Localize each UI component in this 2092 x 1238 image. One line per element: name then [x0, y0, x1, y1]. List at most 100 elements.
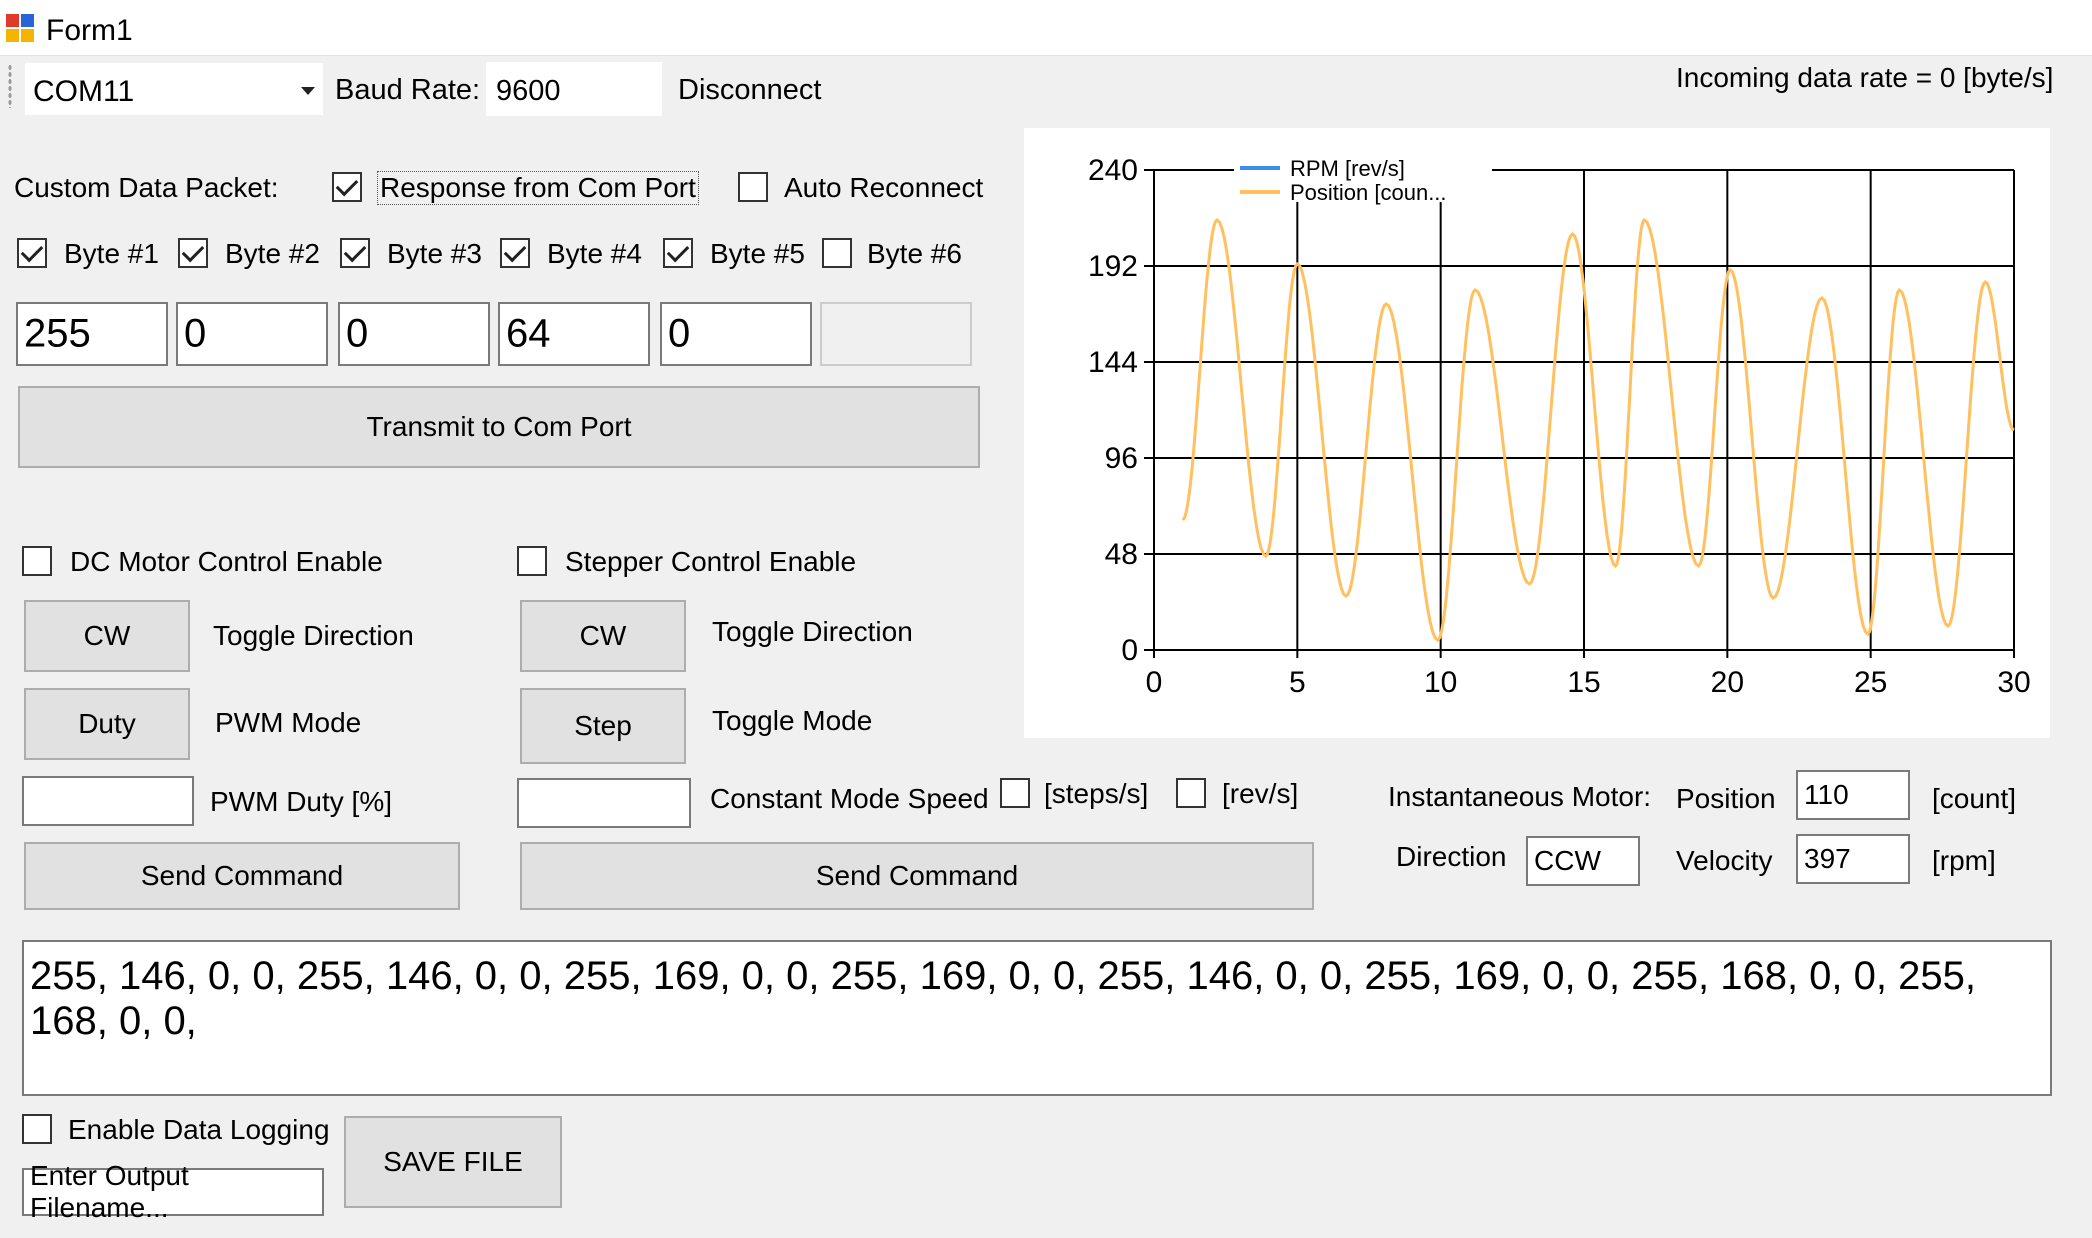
byte-2-label[interactable]: Byte #2 — [225, 240, 320, 268]
velocity-label: Velocity — [1676, 845, 1773, 876]
transmit-button[interactable]: Transmit to Com Port — [18, 386, 980, 468]
byte-3-label[interactable]: Byte #3 — [387, 240, 482, 268]
baud-rate-input[interactable]: 9600 — [486, 62, 662, 116]
response-checkbox[interactable] — [332, 172, 362, 202]
byte-2-value: 0 — [184, 311, 207, 356]
velocity-readout: 397 — [1796, 834, 1910, 884]
byte-4-checkbox[interactable] — [500, 238, 530, 268]
legend-label-0: RPM [rev/s] — [1290, 156, 1405, 181]
enable-logging-label[interactable]: Enable Data Logging — [68, 1116, 330, 1144]
position-label: Position — [1676, 783, 1776, 814]
title-bar: Form1 — [0, 0, 2092, 56]
stepper-mode-button[interactable]: Step — [520, 688, 686, 764]
byte-1-input[interactable]: 255 — [16, 302, 168, 366]
baud-rate-label: Baud Rate: — [335, 74, 481, 106]
y-tick-label-144: 144 — [1088, 346, 1138, 379]
com-port-select[interactable]: COM11 — [24, 62, 324, 116]
app-icon — [6, 14, 36, 44]
toolbar-grip[interactable] — [8, 64, 12, 108]
byte-5-value: 0 — [668, 311, 691, 356]
steps-per-second-label[interactable]: [steps/s] — [1044, 780, 1148, 808]
baud-rate-value: 9600 — [496, 75, 561, 107]
byte-2-input[interactable]: 0 — [176, 302, 328, 366]
stepper-mode-label: Toggle Mode — [712, 705, 873, 736]
instantaneous-motor-label: Instantaneous Motor: — [1388, 781, 1652, 812]
byte-5-label[interactable]: Byte #5 — [710, 240, 805, 268]
byte-6-input — [820, 302, 972, 366]
y-tick-label-192: 192 — [1088, 250, 1138, 283]
window-title: Form1 — [46, 14, 133, 47]
byte-4-value: 64 — [506, 311, 551, 356]
byte-1-checkbox[interactable] — [17, 238, 47, 268]
rev-per-second-checkbox[interactable] — [1176, 778, 1206, 808]
dc-direction-button[interactable]: CW — [24, 600, 190, 672]
dc-mode-label: PWM Mode — [215, 707, 362, 738]
output-filename-input[interactable]: Enter Output Filename... — [22, 1160, 324, 1223]
byte-4-input[interactable]: 64 — [498, 302, 650, 366]
x-tick-label-15: 15 — [1567, 666, 1600, 699]
position-value: 110 — [1804, 779, 1849, 810]
y-tick-label-240: 240 — [1088, 154, 1138, 187]
x-tick-label-20: 20 — [1711, 666, 1744, 699]
x-tick-label-10: 10 — [1424, 666, 1457, 699]
stepper-send-command-button[interactable]: Send Command — [520, 842, 1314, 910]
enable-logging-checkbox[interactable] — [22, 1114, 52, 1144]
line-chart: 0 48 96 144 192 240 0 5 10 15 20 25 30 RPM [rev/s]Pos… — [1088, 152, 2031, 699]
dc-mode-button[interactable]: Duty — [24, 688, 190, 760]
dc-motor-enable-label[interactable]: DC Motor Control Enable — [70, 548, 383, 576]
direction-value: CCW — [1534, 845, 1601, 876]
direction-label: Direction — [1396, 841, 1507, 872]
series-line-position — [1181, 217, 2015, 643]
pwm-duty-input[interactable] — [22, 776, 194, 826]
position-readout: 110 — [1796, 770, 1910, 820]
byte-6-label[interactable]: Byte #6 — [867, 240, 962, 268]
stepper-direction-label: Toggle Direction — [712, 616, 913, 647]
y-tick-label-0: 0 — [1121, 634, 1138, 667]
velocity-unit: [rpm] — [1932, 845, 1996, 876]
direction-readout: CCW — [1526, 836, 1640, 886]
byte-5-input[interactable]: 0 — [660, 302, 812, 366]
byte-3-value: 0 — [346, 311, 369, 356]
serial-output-textbox[interactable]: 255, 146, 0, 0, 255, 146, 0, 0, 255, 169… — [22, 940, 2052, 1096]
chart-panel: 0 48 96 144 192 240 0 5 10 15 20 25 30 RPM [rev/s] Pos… — [1024, 128, 2050, 738]
byte-3-input[interactable]: 0 — [338, 302, 490, 366]
serial-output-text: 255, 146, 0, 0, 255, 146, 0, 0, 255, 169… — [30, 954, 1976, 1044]
dc-direction-label: Toggle Direction — [213, 620, 414, 651]
byte-5-checkbox[interactable] — [663, 238, 693, 268]
chevron-down-icon[interactable] — [301, 87, 315, 95]
steps-per-second-checkbox[interactable] — [1000, 778, 1030, 808]
stepper-direction-button[interactable]: CW — [520, 600, 686, 672]
rev-per-second-label[interactable]: [rev/s] — [1222, 780, 1298, 808]
custom-packet-label: Custom Data Packet: — [14, 172, 279, 203]
byte-1-value: 255 — [24, 311, 91, 356]
auto-reconnect-label[interactable]: Auto Reconnect — [784, 174, 983, 202]
byte-4-label[interactable]: Byte #4 — [547, 240, 642, 268]
y-tick-label-96: 96 — [1105, 442, 1138, 475]
y-tick-label-48: 48 — [1105, 538, 1138, 571]
incoming-data-rate: Incoming data rate = 0 [byte/s] — [1676, 62, 2054, 93]
byte-2-checkbox[interactable] — [178, 238, 208, 268]
x-tick-label-30: 30 — [1997, 666, 2030, 699]
x-tick-label-5: 5 — [1289, 666, 1306, 699]
byte-1-label[interactable]: Byte #1 — [64, 240, 159, 268]
stepper-speed-input[interactable] — [517, 778, 691, 828]
save-file-button[interactable]: SAVE FILE — [344, 1116, 562, 1208]
output-filename-placeholder: Enter Output Filename... — [30, 1160, 189, 1223]
x-tick-label-0: 0 — [1146, 666, 1163, 699]
constant-mode-speed-label: Constant Mode Speed — [710, 783, 989, 814]
x-tick-label-25: 25 — [1854, 666, 1887, 699]
dc-motor-enable-checkbox[interactable] — [22, 546, 52, 576]
stepper-enable-label[interactable]: Stepper Control Enable — [565, 548, 856, 576]
position-unit: [count] — [1932, 783, 2017, 814]
com-port-value: COM11 — [33, 75, 135, 108]
stepper-enable-checkbox[interactable] — [517, 546, 547, 576]
auto-reconnect-checkbox[interactable] — [738, 172, 768, 202]
legend-label-1: Position [coun... — [1290, 180, 1447, 205]
response-label[interactable]: Response from Com Port — [377, 171, 699, 205]
pwm-duty-label: PWM Duty [%] — [210, 786, 393, 817]
byte-3-checkbox[interactable] — [340, 238, 370, 268]
byte-6-checkbox[interactable] — [822, 238, 852, 268]
disconnect-button[interactable]: Disconnect — [678, 74, 821, 107]
dc-send-command-button[interactable]: Send Command — [24, 842, 460, 910]
velocity-value: 397 — [1804, 843, 1851, 874]
